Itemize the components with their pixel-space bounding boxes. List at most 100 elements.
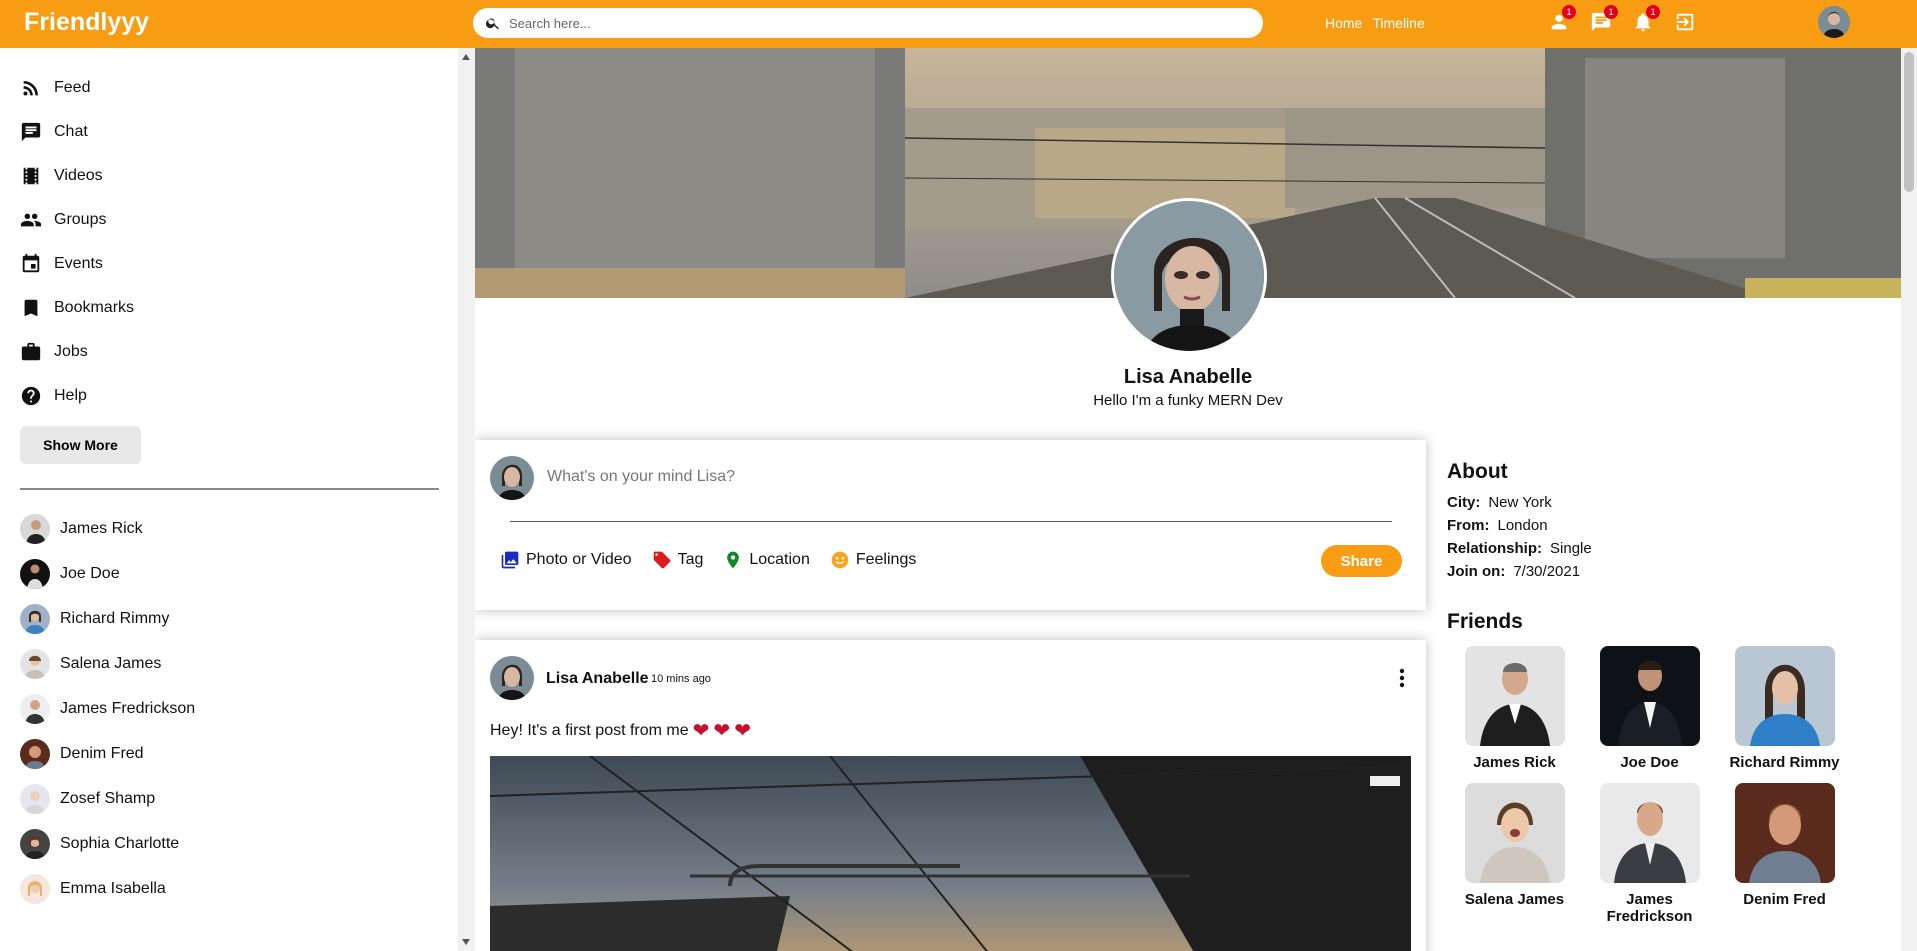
friend-photo [1734,783,1835,883]
tag-option[interactable]: Tag [652,550,704,570]
notifications-button[interactable]: 1 [1629,5,1660,36]
event-icon [22,253,40,273]
heart-icon: ❤ [713,720,731,742]
sidebar-item-bookmarks[interactable]: Bookmarks [20,286,438,330]
profile-main: Lisa Anabelle Hello I'm a funky MERN Dev… [475,48,1901,951]
scrollbar-thumb[interactable] [1904,52,1914,192]
friends-title: Friends [1447,610,1523,633]
messages-button[interactable]: 1 [1587,5,1618,36]
sidebar-item-label: Bookmarks [54,299,135,316]
page-scrollbar[interactable] [1901,48,1917,951]
friend-card[interactable]: James Fredrickson [1582,783,1717,925]
friend-card-name: Salena James [1464,891,1565,908]
post-text: Hey! It's a first post from me [490,722,689,739]
friend-avatar [20,513,50,544]
friend-card[interactable]: James Rick [1447,646,1582,771]
friend-name: Zosef Shamp [60,789,156,807]
location-option[interactable]: Location [723,550,810,570]
show-more-button[interactable]: Show More [20,426,141,464]
option-label: Tag [677,551,704,568]
home-link[interactable]: Home [1325,15,1362,31]
about-value: New York [1488,494,1552,511]
about-row-from: From: London [1447,517,1887,534]
sidebar-friend-item[interactable]: Salena James [20,641,438,686]
sidebar-friend-item[interactable]: James Rick [20,506,438,551]
location-pin-icon [727,551,740,569]
friend-name: James Rick [60,519,143,537]
sidebar-item-help[interactable]: Help [20,374,438,418]
sidebar-item-videos[interactable]: Videos [20,154,438,198]
profile-description: Hello I'm a funky MERN Dev [1093,392,1283,409]
heart-icon: ❤ [734,720,751,742]
user-avatar[interactable] [1818,6,1850,38]
chat-icon [21,122,41,142]
scroll-down-arrow-icon[interactable] [462,939,470,945]
friend-name: Salena James [60,654,162,672]
sidebar-friend-item[interactable]: James Fredrickson [20,686,438,731]
sidebar-friend-item[interactable]: Zosef Shamp [20,776,438,821]
friend-card[interactable]: Joe Doe [1582,646,1717,771]
work-icon [21,342,41,361]
sidebar-friend-item[interactable]: Joe Doe [20,551,438,596]
search-bar[interactable] [473,8,1263,38]
sidebar-friend-item[interactable]: Emma Isabella [20,866,438,911]
sidebar-item-chat[interactable]: Chat [20,110,438,154]
search-icon [485,18,499,30]
tag-icon [653,551,670,569]
sidebar-friend-item[interactable]: Richard Rimmy [20,596,438,641]
sidebar-item-feed[interactable]: Feed [20,66,438,110]
sidebar-friend-item[interactable]: Sophia Charlotte [20,821,438,866]
sidebar-item-label: Jobs [54,343,88,360]
friend-card[interactable]: Richard Rimmy [1717,646,1852,771]
post-timestamp: 10 mins ago [651,673,711,685]
logout-icon [1676,13,1694,31]
friend-avatar [20,558,50,589]
friend-requests-button[interactable]: 1 [1545,5,1576,36]
search-input[interactable] [509,15,1249,31]
post-menu-button[interactable] [1392,666,1412,690]
friend-card[interactable]: Denim Fred [1717,783,1852,925]
about-row-join-date: Join on: 7/30/2021 [1447,563,1887,580]
notifications-badge: 1 [1646,5,1660,19]
scroll-up-arrow-icon[interactable] [462,54,470,60]
share-button[interactable]: Share [1321,545,1402,577]
messages-badge: 1 [1604,5,1618,19]
share-input[interactable] [547,468,1347,486]
friend-photo [1734,646,1835,746]
timeline-link[interactable]: Timeline [1372,15,1424,31]
sidebar-scrollbar[interactable] [458,48,475,951]
sidebar: Feed Chat Videos Groups Events Bookmarks… [0,48,458,951]
friend-card-name: James Rick [1473,754,1556,771]
photo-library-icon [501,551,519,569]
friend-card-name: Denim Fred [1743,891,1826,908]
smiley-icon [831,551,849,569]
option-label: Feelings [855,551,917,568]
friend-name: Richard Rimmy [60,609,170,627]
friend-requests-badge: 1 [1562,5,1576,19]
logout-button[interactable] [1671,8,1699,36]
groups-icon [20,213,42,227]
app-logo[interactable]: Friendlyyy [24,8,149,37]
sidebar-item-label: Videos [54,167,103,184]
post-author-avatar[interactable] [490,656,534,700]
sidebar-item-label: Groups [54,211,107,228]
post-image[interactable] [490,756,1411,951]
sidebar-item-label: Help [54,387,87,404]
friend-photo [1599,646,1700,746]
sidebar-divider [20,488,439,490]
friend-card[interactable]: Salena James [1447,783,1582,925]
sidebar-item-jobs[interactable]: Jobs [20,330,438,374]
friend-card-name: Joe Doe [1620,754,1679,771]
photo-video-option[interactable]: Photo or Video [500,550,632,570]
friend-avatar [20,828,50,859]
feelings-option[interactable]: Feelings [830,550,916,570]
sidebar-item-label: Feed [54,79,91,96]
about-value: 7/30/2021 [1513,563,1581,580]
sidebar-item-events[interactable]: Events [20,242,438,286]
help-icon [21,386,41,406]
sidebar-item-groups[interactable]: Groups [20,198,438,242]
post-author-name[interactable]: Lisa Anabelle [546,670,649,688]
about-value: Single [1550,540,1592,557]
sidebar-friend-item[interactable]: Denim Fred [20,731,438,776]
option-label: Location [749,551,810,568]
